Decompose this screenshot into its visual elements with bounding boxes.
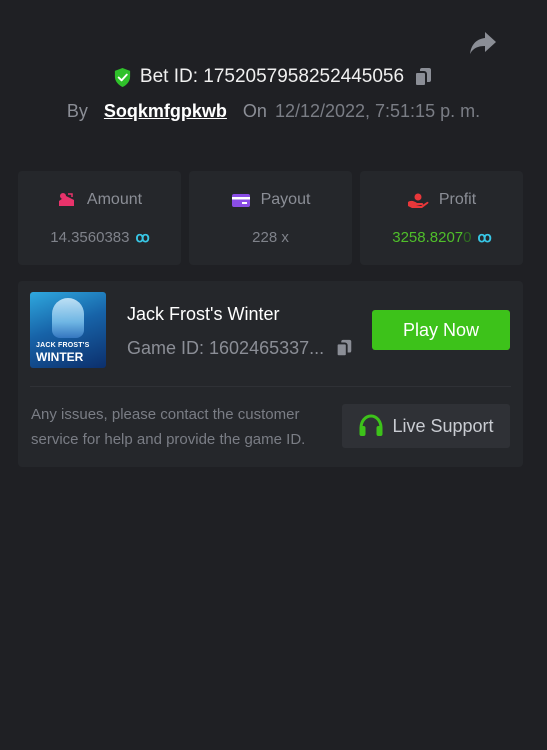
headset-icon bbox=[359, 414, 383, 436]
profit-card: Profit 3258.82070 ꝏ bbox=[360, 171, 523, 265]
bet-id-row: Bet ID: 1752057958252445056 bbox=[0, 66, 547, 88]
by-label: By bbox=[66, 101, 88, 121]
play-now-button[interactable]: Play Now bbox=[372, 310, 510, 350]
copy-icon[interactable] bbox=[412, 66, 434, 88]
live-support-button[interactable]: Live Support bbox=[342, 404, 510, 448]
on-label: On bbox=[242, 101, 267, 121]
support-help-text: Any issues, please contact the customer … bbox=[31, 406, 306, 448]
share-button[interactable] bbox=[468, 29, 498, 57]
profit-value: 3258.82070 bbox=[392, 229, 471, 246]
card-icon bbox=[231, 194, 250, 207]
share-icon bbox=[470, 32, 496, 54]
thumbnail-title-line1: JACK FROST'S bbox=[36, 342, 90, 349]
coin-icon: ꝏ bbox=[135, 229, 149, 245]
shield-check-icon bbox=[114, 67, 131, 87]
live-support-label: Live Support bbox=[392, 415, 494, 436]
payout-value: 228 x bbox=[252, 229, 289, 246]
copy-icon[interactable] bbox=[334, 337, 354, 359]
thumbnail-title-line2: WINTER bbox=[36, 350, 84, 364]
payout-label: Payout bbox=[260, 191, 311, 208]
bet-id-text: Bet ID: 1752057958252445056 bbox=[139, 66, 405, 87]
game-id-row: Game ID: 1602465337... bbox=[127, 337, 354, 359]
game-id: Game ID: 1602465337... bbox=[127, 337, 325, 358]
coin-icon: ꝏ bbox=[477, 229, 491, 245]
amount-value: 14.3560383 bbox=[50, 229, 130, 246]
game-thumbnail[interactable]: JACK FROST'S WINTER bbox=[30, 292, 106, 368]
amount-icon bbox=[58, 193, 74, 206]
divider bbox=[30, 386, 511, 387]
profit-value-main: 3258.8207 bbox=[392, 229, 464, 246]
amount-card: Amount 14.3560383 ꝏ bbox=[18, 171, 181, 265]
game-title: Jack Frost's Winter bbox=[127, 304, 280, 324]
amount-label: Amount bbox=[86, 191, 143, 208]
username-link[interactable]: Soqkmfgpkwb bbox=[104, 101, 227, 122]
payout-card: Payout 228 x bbox=[189, 171, 352, 265]
profit-icon bbox=[407, 193, 429, 208]
bet-author-row: By Soqkmfgpkwb On 12/12/2022, 7:51:15 p.… bbox=[0, 101, 547, 122]
bet-date: 12/12/2022, 7:51:15 p. m. bbox=[274, 101, 481, 121]
game-card: JACK FROST'S WINTER Jack Frost's Winter … bbox=[18, 281, 523, 467]
profit-label: Profit bbox=[438, 191, 477, 208]
game-thumbnail-art bbox=[52, 298, 84, 338]
profit-value-faded: 0 bbox=[463, 229, 472, 246]
